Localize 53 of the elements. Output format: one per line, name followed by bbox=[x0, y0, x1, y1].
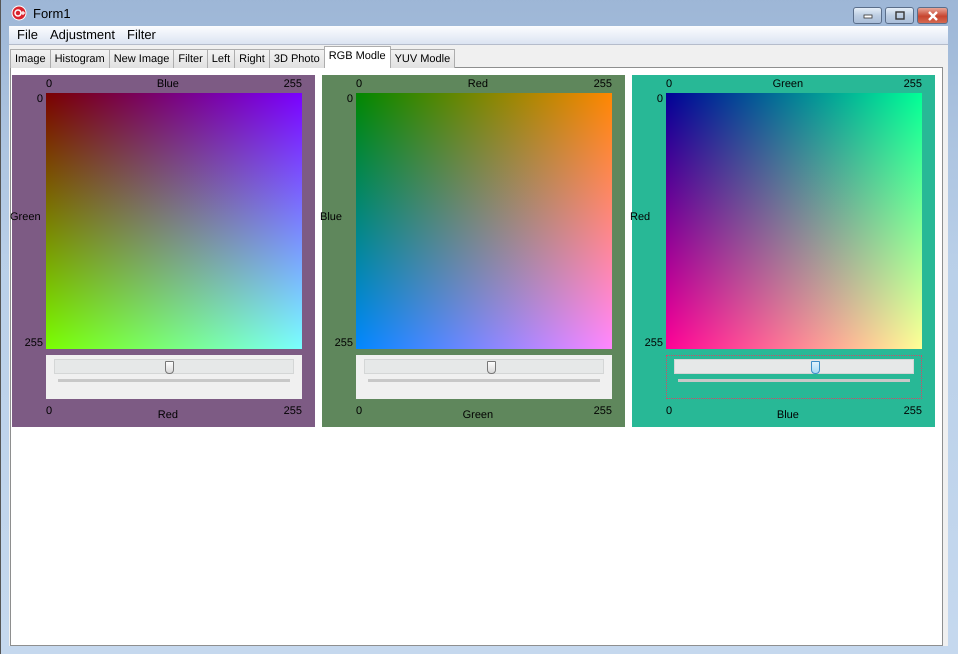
slider-min-label: 0 bbox=[666, 405, 672, 417]
maximize-button[interactable] bbox=[885, 7, 914, 24]
tab[interactable]: New Image bbox=[108, 49, 174, 68]
axis-title: Green bbox=[772, 78, 804, 90]
slider-title: Green bbox=[462, 408, 494, 420]
color-gradient-square[interactable] bbox=[356, 93, 612, 349]
menu-item[interactable]: Adjustment bbox=[44, 26, 121, 44]
slider-max-label: 255 bbox=[284, 405, 302, 417]
slider-max-label: 255 bbox=[904, 405, 922, 417]
axis-max-label: 255 bbox=[284, 78, 302, 90]
axis-min-label: 0 bbox=[656, 93, 663, 105]
slider-track[interactable] bbox=[364, 359, 604, 374]
axis-min-label: 0 bbox=[356, 78, 362, 90]
axis-min-label: 0 bbox=[346, 93, 353, 105]
axis-title: Red bbox=[468, 78, 488, 90]
tab[interactable]: RGB Modle bbox=[324, 46, 391, 68]
slider-min-label: 0 bbox=[356, 405, 362, 417]
tab[interactable]: Right bbox=[234, 49, 270, 68]
axis-title: Blue bbox=[156, 78, 179, 90]
minimize-button[interactable] bbox=[853, 7, 882, 24]
color-gradient-square[interactable] bbox=[46, 93, 302, 349]
menu-item[interactable]: Filter bbox=[121, 26, 162, 44]
slider-title: Blue bbox=[776, 408, 799, 420]
axis-min-label: 0 bbox=[666, 78, 672, 90]
slider-track[interactable] bbox=[54, 359, 294, 374]
close-button[interactable] bbox=[917, 7, 948, 24]
slider-thumb[interactable] bbox=[811, 361, 820, 374]
axis-max-label: 255 bbox=[904, 78, 922, 90]
tab[interactable]: 3D Photo bbox=[268, 49, 325, 68]
tab[interactable]: Filter bbox=[173, 49, 208, 68]
slider-max-label: 255 bbox=[594, 405, 612, 417]
slider-min-label: 0 bbox=[46, 405, 52, 417]
color-gradient-square[interactable] bbox=[666, 93, 922, 349]
tab[interactable]: Image bbox=[10, 49, 51, 68]
axis-max-label: 255 bbox=[334, 337, 353, 349]
tab[interactable]: Left bbox=[206, 49, 236, 68]
axis-max-label: 255 bbox=[644, 337, 663, 349]
minimize-icon bbox=[862, 12, 872, 18]
menu-item[interactable]: File bbox=[11, 26, 44, 44]
tab[interactable]: Histogram bbox=[50, 49, 110, 68]
close-icon bbox=[926, 10, 938, 20]
axis-max-label: 255 bbox=[594, 78, 612, 90]
axis-min-label: 0 bbox=[36, 93, 43, 105]
slider-thumb[interactable] bbox=[487, 361, 496, 374]
slider-thumb[interactable] bbox=[165, 361, 174, 374]
tab[interactable]: YUV Modle bbox=[390, 49, 456, 68]
axis-max-label: 255 bbox=[24, 337, 43, 349]
axis-min-label: 0 bbox=[46, 78, 52, 90]
slider-title: Red bbox=[158, 408, 178, 420]
app-icon bbox=[11, 5, 27, 21]
maximize-icon bbox=[894, 11, 904, 20]
slider-track[interactable] bbox=[674, 359, 914, 374]
window-title: Form1 bbox=[33, 6, 72, 20]
